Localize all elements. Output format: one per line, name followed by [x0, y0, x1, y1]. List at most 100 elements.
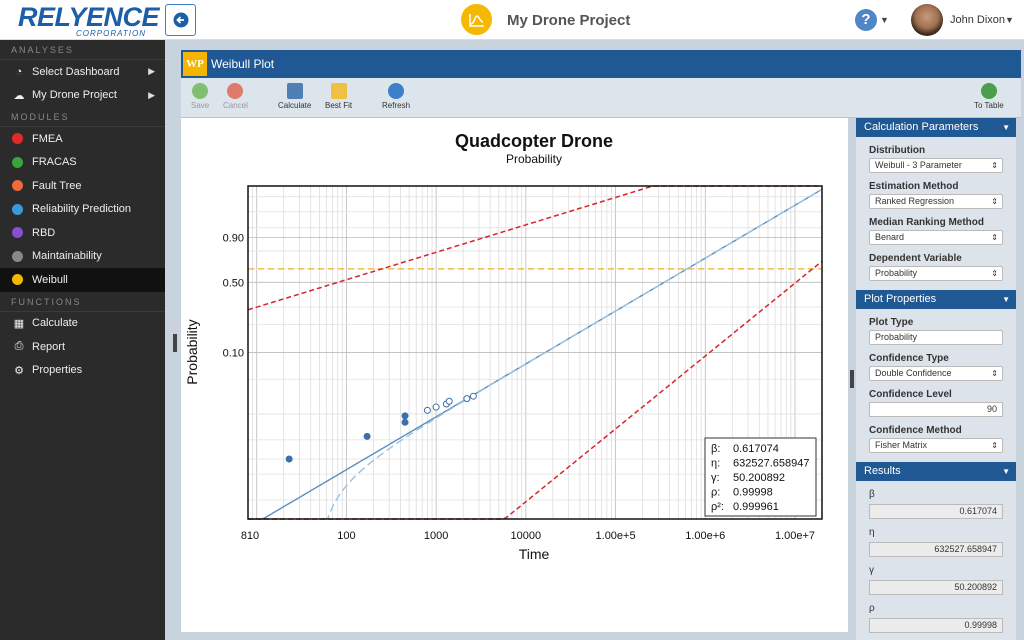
select-arrows-icon: ⇕ [991, 369, 998, 378]
upper-confidence-bound [247, 185, 822, 311]
distribution-select[interactable]: Weibull - 3 Parameter ⇕ [869, 158, 1003, 173]
weibull-project-icon [461, 4, 492, 35]
x-tick-label: 100 [337, 530, 355, 542]
y-tick-label: 0.50 [223, 277, 244, 289]
sidebar-item-select-dashboard[interactable]: ◔ Select Dashboard ▶ [0, 60, 165, 84]
weibull-dot-icon [12, 274, 23, 286]
fmea-dot-icon [12, 133, 23, 145]
data-point [401, 418, 409, 426]
user-dropdown-icon[interactable]: ▼ [1005, 15, 1014, 25]
sidebar-item-properties[interactable]: ⚙ Properties [0, 359, 165, 383]
confidence-method-select[interactable]: Fisher Matrix ⇕ [869, 438, 1003, 453]
to-table-label: To Table [974, 101, 1004, 110]
best-fit-button[interactable]: Best Fit [325, 83, 352, 110]
confidence-type-label: Confidence Type [869, 353, 949, 364]
calculate-button[interactable]: Calculate [278, 83, 311, 110]
sidebar-item-maintainability[interactable]: Maintainability [0, 245, 165, 269]
save-button[interactable]: Save [191, 83, 209, 110]
distribution-label: Distribution [869, 145, 926, 156]
x-tick-label: 810 [241, 530, 259, 542]
sidebar-item-label: RBD [32, 226, 56, 239]
refresh-button[interactable]: Refresh [382, 83, 410, 110]
select-arrows-icon: ⇕ [991, 197, 998, 206]
calculation-parameters-title: Calculation Parameters [864, 121, 979, 133]
confidence-type-value: Double Confidence [875, 368, 952, 378]
data-point [469, 392, 477, 400]
calculate-label: Calculate [278, 101, 312, 110]
left-splitter-handle[interactable] [173, 334, 177, 352]
median-ranking-select[interactable]: Benard ⇕ [869, 230, 1003, 245]
plot-area: Quadcopter Drone Probability 810 100 1000 1… [181, 118, 848, 632]
estimation-method-value: Ranked Regression [875, 196, 955, 206]
estimation-method-select[interactable]: Ranked Regression ⇕ [869, 194, 1003, 209]
section-modules: MODULES [0, 107, 165, 127]
select-arrows-icon: ⇕ [991, 441, 998, 450]
plot-type-value: Probability [875, 332, 918, 342]
select-arrows-icon: ⇕ [991, 161, 998, 170]
panel-title: Weibull Plot [211, 57, 275, 71]
sidebar-item-label: Reliability Prediction [32, 203, 132, 216]
relyence-logo[interactable]: RELYENCE CORPORATION [18, 3, 160, 39]
logo-subtext: CORPORATION [76, 29, 146, 38]
dependent-variable-label: Dependent Variable [869, 253, 962, 264]
to-table-button[interactable]: To Table [974, 83, 1004, 110]
result-gamma-label: γ [869, 565, 874, 576]
plot-type-field[interactable]: Probability [869, 330, 1003, 345]
confidence-level-input[interactable]: 90 [869, 402, 1003, 417]
dependent-variable-select[interactable]: Probability ⇕ [869, 266, 1003, 281]
user-name[interactable]: John Dixon [950, 14, 1005, 26]
x-tick-label: 1.00e+6 [685, 530, 725, 542]
legend-value: 632527.658947 [733, 458, 809, 470]
data-point [445, 397, 453, 405]
right-panel: Calculation Parameters ▼ Distribution Wei… [856, 118, 1016, 640]
gear-icon: ⚙ [14, 364, 24, 377]
sidebar-item-label: Properties [32, 364, 83, 377]
plot-type-label: Plot Type [869, 317, 914, 328]
weibull-probability-chart[interactable]: Quadcopter Drone Probability 810 100 1000 1… [181, 118, 848, 632]
select-arrows-icon: ⇕ [991, 233, 998, 242]
x-tick-label: 1.00e+7 [775, 530, 815, 542]
y-tick-label: 0.10 [223, 347, 244, 359]
data-point [432, 403, 440, 411]
median-ranking-value: Benard [875, 232, 905, 242]
calculation-parameters-header[interactable]: Calculation Parameters ▼ [856, 118, 1016, 137]
collapse-sidebar-button[interactable] [165, 4, 196, 36]
sidebar-item-rbd[interactable]: RBD [0, 221, 165, 245]
confidence-type-select[interactable]: Double Confidence ⇕ [869, 366, 1003, 381]
right-splitter-handle[interactable] [850, 370, 854, 388]
toolbar: Save Cancel Calculate Best Fit Refresh T… [181, 78, 1021, 118]
sidebar-item-report[interactable]: ⎙ Report [0, 335, 165, 359]
plot-properties-title: Plot Properties [864, 293, 937, 305]
printer-icon: ⎙ [14, 340, 24, 353]
data-point [463, 395, 471, 403]
cancel-button[interactable]: Cancel [223, 83, 248, 110]
fracas-dot-icon [12, 156, 23, 168]
sidebar-item-my-drone-project[interactable]: ☁ My Drone Project ▶ [0, 84, 165, 108]
cancel-icon [227, 83, 244, 99]
collapse-caret-icon: ▼ [1002, 295, 1010, 304]
sidebar-item-calculate[interactable]: ▦ Calculate [0, 312, 165, 336]
plot-properties-header[interactable]: Plot Properties ▼ [856, 290, 1016, 309]
reliability-prediction-dot-icon [12, 203, 23, 215]
results-header[interactable]: Results ▼ [856, 462, 1016, 481]
fault-tree-dot-icon [12, 180, 23, 192]
sidebar-item-reliability-prediction[interactable]: Reliability Prediction [0, 198, 165, 222]
legend-key: γ: [711, 472, 720, 484]
help-dropdown-icon[interactable]: ▼ [880, 15, 889, 25]
confidence-method-value: Fisher Matrix [875, 440, 928, 450]
sidebar-item-fracas[interactable]: FRACAS [0, 151, 165, 175]
help-icon[interactable]: ? [855, 9, 877, 31]
select-arrows-icon: ⇕ [991, 269, 998, 278]
result-beta-label: β [869, 489, 875, 500]
section-functions: FUNCTIONS [0, 292, 165, 312]
sidebar-item-fault-tree[interactable]: Fault Tree [0, 174, 165, 198]
sidebar-item-weibull[interactable]: Weibull [0, 268, 165, 292]
dashboard-icon: ◔ [15, 65, 23, 78]
data-point [401, 412, 409, 420]
result-gamma-value: 50.200892 [869, 580, 1003, 595]
refresh-label: Refresh [382, 101, 411, 110]
avatar[interactable] [911, 4, 943, 36]
sidebar-item-fmea[interactable]: FMEA [0, 127, 165, 151]
dependent-variable-value: Probability [875, 268, 918, 278]
best-fit-icon [330, 83, 347, 99]
